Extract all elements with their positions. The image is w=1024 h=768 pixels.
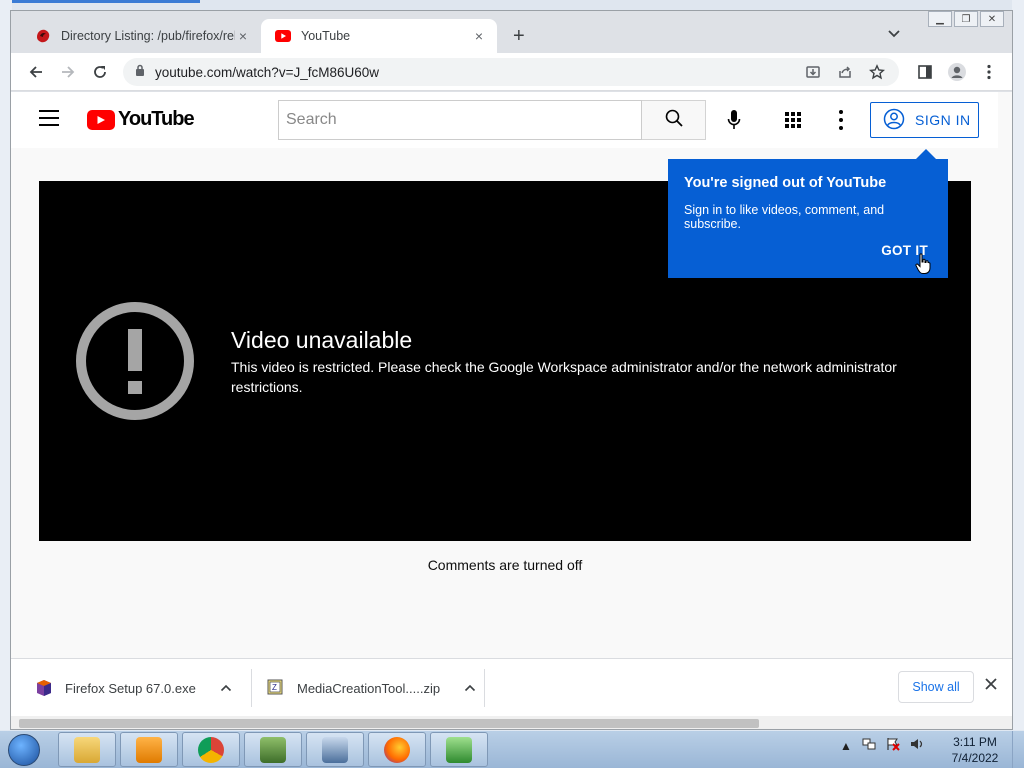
network-tool-icon xyxy=(260,736,286,763)
address-bar[interactable]: youtube.com/watch?v=J_fcM86U60w xyxy=(123,58,899,86)
download-separator xyxy=(484,669,485,707)
firefox-installer-icon xyxy=(35,679,53,697)
download-shelf: Firefox Setup 67.0.exe Z MediaCreationTo… xyxy=(11,658,1012,717)
youtube-logo[interactable]: YouTube xyxy=(87,108,195,131)
firefox-icon xyxy=(384,736,410,763)
windows-taskbar: ▲ 3:11 PM 7/4/2022 xyxy=(0,730,1024,768)
start-button[interactable] xyxy=(4,733,44,767)
desktop-accent-bar xyxy=(0,0,200,3)
system-clock[interactable]: 3:11 PM 7/4/2022 xyxy=(940,734,1010,766)
volume-icon[interactable] xyxy=(910,737,924,754)
url-text: youtube.com/watch?v=J_fcM86U60w xyxy=(155,64,379,80)
tab-youtube[interactable]: YouTube × xyxy=(261,19,497,53)
installer-tool-icon xyxy=(446,736,472,763)
guide-menu-icon[interactable] xyxy=(39,110,59,126)
horizontal-scrollbar[interactable] xyxy=(11,716,1012,729)
lock-icon[interactable] xyxy=(135,63,145,81)
download-separator xyxy=(251,669,252,707)
hand-cursor-icon xyxy=(915,253,931,280)
youtube-play-icon xyxy=(87,109,115,130)
system-tray: ▲ xyxy=(840,737,924,754)
search-input[interactable]: Search xyxy=(278,100,642,140)
desktop-right xyxy=(1012,0,1024,730)
download-item[interactable]: Z MediaCreationTool.....zip xyxy=(267,659,476,717)
signed-out-tooltip: You're signed out of YouTube Sign in to … xyxy=(668,149,948,278)
search-button[interactable] xyxy=(642,100,706,140)
sign-in-button[interactable]: SIGN IN xyxy=(870,102,979,138)
chevron-up-icon[interactable] xyxy=(464,681,476,695)
chrome-icon xyxy=(198,736,224,763)
close-icon[interactable] xyxy=(985,677,997,695)
error-message: This video is restricted. Please check t… xyxy=(231,359,897,395)
youtube-page: YouTube Search SIGN IN Video unavailable… xyxy=(11,92,1012,658)
tab-search-chevron-icon[interactable] xyxy=(887,27,901,42)
browser-toolbar: youtube.com/watch?v=J_fcM86U60w xyxy=(11,53,1012,91)
settings-more-icon[interactable] xyxy=(837,108,845,132)
action-center-flag-icon[interactable] xyxy=(886,737,900,754)
search-icon xyxy=(664,108,684,133)
taskbar-app[interactable] xyxy=(430,732,488,767)
file-explorer-icon xyxy=(74,736,100,763)
profile-avatar-icon[interactable] xyxy=(945,60,969,84)
media-player-icon xyxy=(136,736,162,763)
share-icon[interactable] xyxy=(837,64,853,84)
new-tab-button[interactable]: + xyxy=(513,25,525,48)
browser-menu-icon[interactable] xyxy=(977,60,1001,84)
chevron-up-icon[interactable] xyxy=(220,681,232,695)
tab-close-button[interactable]: × xyxy=(471,28,487,44)
taskbar-app[interactable] xyxy=(244,732,302,767)
show-all-downloads-button[interactable]: Show all xyxy=(898,671,974,703)
firefox-ftp-icon xyxy=(35,28,51,44)
side-panel-icon[interactable] xyxy=(913,60,937,84)
tooltip-body: Sign in to like videos, comment, and sub… xyxy=(684,203,885,231)
omnibox-actions xyxy=(805,64,886,84)
comments-status: Comments are turned off xyxy=(427,557,583,573)
youtube-masthead: YouTube Search SIGN IN xyxy=(11,92,998,148)
account-circle-icon xyxy=(883,108,905,133)
youtube-icon xyxy=(275,28,291,44)
scrollbar-thumb[interactable] xyxy=(19,719,759,728)
tab-title: YouTube xyxy=(301,29,351,43)
microphone-icon[interactable] xyxy=(722,108,746,132)
error-title: Video unavailable xyxy=(231,327,413,353)
svg-text:Z: Z xyxy=(272,683,277,692)
apps-grid-icon[interactable] xyxy=(783,110,803,130)
sign-in-label: SIGN IN xyxy=(915,112,971,128)
bookmark-star-icon[interactable] xyxy=(868,64,886,84)
tab-directory-listing[interactable]: Directory Listing: /pub/firefox/releases… xyxy=(21,19,261,53)
tab-strip: Directory Listing: /pub/firefox/releases… xyxy=(11,11,1012,53)
download-item[interactable]: Firefox Setup 67.0.exe xyxy=(35,659,232,717)
taskbar-app[interactable] xyxy=(58,732,116,767)
windows-logo-icon xyxy=(8,734,40,766)
screen-tool-icon xyxy=(322,736,348,763)
show-hidden-icons-icon[interactable]: ▲ xyxy=(840,739,852,753)
reload-icon[interactable] xyxy=(88,60,112,84)
download-filename: Firefox Setup 67.0.exe xyxy=(65,680,196,696)
error-exclamation-icon xyxy=(75,301,195,421)
zip-archive-icon: Z xyxy=(267,679,285,697)
chrome-window: ▁ ❐ ✕ Directory Listing: /pub/firefox/re… xyxy=(10,10,1013,730)
forward-arrow-icon[interactable] xyxy=(56,60,80,84)
clock-date: 7/4/2022 xyxy=(951,751,999,765)
download-filename: MediaCreationTool.....zip xyxy=(297,680,441,696)
clock-time: 3:11 PM xyxy=(953,735,997,749)
taskbar-app[interactable] xyxy=(306,732,364,767)
show-desktop-button[interactable] xyxy=(1012,731,1024,768)
taskbar-app[interactable] xyxy=(182,732,240,767)
taskbar-app[interactable] xyxy=(368,732,426,767)
network-icon[interactable] xyxy=(862,737,876,754)
back-arrow-icon[interactable] xyxy=(24,60,48,84)
taskbar-app[interactable] xyxy=(120,732,178,767)
youtube-wordmark: YouTube xyxy=(118,108,195,130)
tab-title: Directory Listing: /pub/firefox/releases… xyxy=(61,29,235,43)
install-app-icon[interactable] xyxy=(805,64,821,84)
tab-close-button[interactable]: × xyxy=(235,28,251,44)
tooltip-title: You're signed out of YouTube xyxy=(684,175,887,191)
